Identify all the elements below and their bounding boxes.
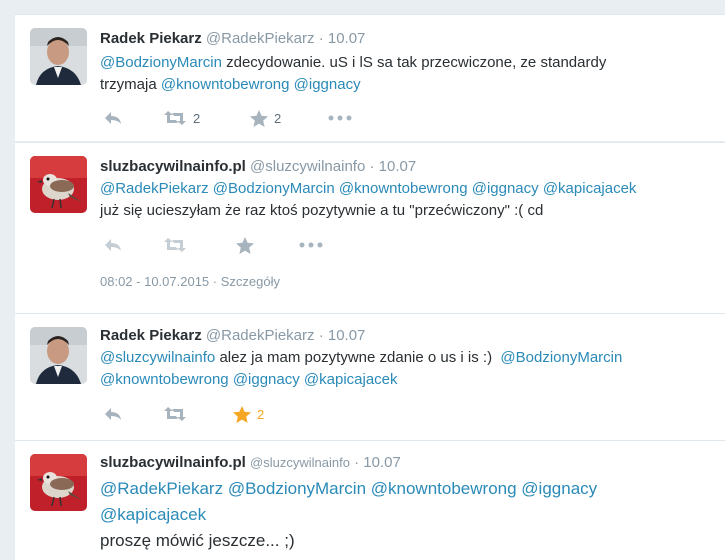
tweet-text: @RadekPiekarz @BodzionyMarcin @knowntobe… (100, 178, 715, 222)
tweet-text-line: @RadekPiekarz @BodzionyMarcin @knowntobe… (100, 178, 715, 200)
separator-dot: · (318, 30, 324, 47)
separator-dot: · (369, 158, 375, 175)
avatar[interactable] (30, 327, 87, 384)
tweet-date[interactable]: 10.07 (363, 454, 401, 471)
mention-link[interactable]: @BodzionyMarcin (100, 54, 222, 71)
reply-icon (105, 408, 121, 420)
mention-link[interactable]: @iggnacy (294, 76, 361, 93)
retweet-icon (164, 238, 186, 252)
separator-dot: · (212, 274, 221, 289)
more-button[interactable] (328, 115, 352, 121)
tweet-date[interactable]: 10.07 (379, 158, 417, 175)
mention-link[interactable]: @RadekPiekarz (100, 479, 223, 498)
tweet-text-line: już się ucieszyłam że raz ktoś pozytywni… (100, 200, 715, 222)
retweet-button[interactable] (163, 406, 233, 422)
details-link[interactable]: Szczegóły (221, 274, 280, 289)
avatar[interactable] (30, 28, 87, 85)
favorite-button[interactable]: 2 (250, 109, 328, 127)
favorite-button[interactable] (236, 236, 299, 254)
mention-link[interactable]: @BodzionyMarcin (213, 180, 335, 197)
tweet-text-segment: już się ucieszyłam że raz ktoś pozytywni… (100, 202, 544, 219)
mention-link[interactable]: @knowntobewrong (161, 76, 290, 93)
tweet-text: @BodzionyMarcin zdecydowanie. uS i lS sa… (100, 52, 715, 96)
tweet-timestamp[interactable]: 08:02 - 10.07.2015 (100, 274, 209, 289)
tweet[interactable]: sluzbacywilnainfo.pl @sluzcywilnainfo · … (15, 440, 725, 560)
tweet[interactable]: sluzbacywilnainfo.pl @sluzcywilnainfo · … (15, 142, 725, 313)
tweet-text-line: @sluzcywilnainfo alez ja mam pozytywne z… (100, 347, 715, 369)
tweet-text-line: @kapicajacek (100, 502, 715, 528)
tweet[interactable]: Radek Piekarz @RadekPiekarz · 10.07 @Bod… (15, 14, 725, 141)
tweet-date[interactable]: 10.07 (328, 327, 366, 344)
mention-link[interactable]: @knowntobewrong (371, 479, 517, 498)
reply-button[interactable] (103, 110, 163, 126)
tweet-text-segment: zdecydowanie. uS i lS sa tak przecwiczon… (221, 54, 607, 71)
star-icon (250, 109, 268, 127)
mention-link[interactable]: @iggnacy (521, 479, 597, 498)
tweet-text-segment: proszę mówić jeszcze... ;) (100, 531, 295, 550)
tweet[interactable]: Radek Piekarz @RadekPiekarz · 10.07 @slu… (15, 313, 725, 440)
reply-icon (105, 112, 121, 124)
reply-button[interactable] (103, 406, 163, 422)
more-button[interactable] (299, 242, 323, 248)
more-icon (328, 115, 352, 121)
user-name[interactable]: Radek Piekarz (100, 327, 202, 344)
tweet-text: @RadekPiekarz @BodzionyMarcin @knowntobe… (100, 476, 715, 554)
retweet-icon (164, 111, 186, 125)
tweet-text-line: @BodzionyMarcin zdecydowanie. uS i lS sa… (100, 52, 715, 74)
tweet-meta: 08:02 - 10.07.2015 · Szczegóły (100, 274, 280, 289)
user-handle[interactable]: @RadekPiekarz (206, 30, 315, 47)
user-handle[interactable]: @sluzcywilnainfo (250, 158, 365, 175)
separator-dot: · (318, 327, 324, 344)
mention-link[interactable]: @BodzionyMarcin (228, 479, 366, 498)
mention-link[interactable]: @sluzcywilnainfo (100, 349, 215, 366)
tweet-header: Radek Piekarz @RadekPiekarz · 10.07 (100, 327, 715, 344)
avatar[interactable] (30, 156, 87, 213)
avatar[interactable] (30, 454, 87, 511)
tweet-text-segment: trzymaja (100, 76, 161, 93)
tweet-header: sluzbacywilnainfo.pl @sluzcywilnainfo · … (100, 158, 715, 175)
tweet-text-line: proszę mówić jeszcze... ;) (100, 528, 715, 554)
user-handle[interactable]: @RadekPiekarz (206, 327, 315, 344)
user-name[interactable]: sluzbacywilnainfo.pl (100, 454, 246, 471)
retweet-button[interactable] (163, 237, 236, 253)
mention-link[interactable]: @kapicajacek (543, 180, 637, 197)
more-icon (299, 242, 323, 248)
mention-link[interactable]: @knowntobewrong (100, 371, 229, 388)
mention-link[interactable]: @kapicajacek (100, 505, 206, 524)
tweet-text: @sluzcywilnainfo alez ja mam pozytywne z… (100, 347, 715, 391)
tweet-text-segment: alez ja mam pozytywne zdanie o us i is :… (215, 349, 501, 366)
tweet-date[interactable]: 10.07 (328, 30, 366, 47)
retweet-button[interactable]: 2 (163, 110, 250, 126)
tweet-text-line: @knowntobewrong @iggnacy @kapicajacek (100, 369, 715, 391)
mention-link[interactable]: @iggnacy (233, 371, 300, 388)
favorite-button[interactable]: 2 (233, 405, 265, 423)
mention-link[interactable]: @kapicajacek (304, 371, 398, 388)
tweet-header: sluzbacywilnainfo.pl @sluzcywilnainfo · … (100, 454, 715, 471)
retweet-icon (164, 407, 186, 421)
favorite-count: 2 (274, 110, 282, 126)
mention-link[interactable]: @iggnacy (472, 180, 539, 197)
mention-link[interactable]: @RadekPiekarz (100, 180, 209, 197)
star-icon (236, 236, 254, 254)
tweet-text-line: trzymaja @knowntobewrong @iggnacy (100, 74, 715, 96)
mention-link[interactable]: @knowntobewrong (339, 180, 468, 197)
star-icon (233, 405, 251, 423)
user-handle[interactable]: @sluzcywilnainfo (250, 455, 350, 470)
reply-icon (105, 239, 121, 251)
retweet-count: 2 (193, 110, 201, 126)
separator-dot: · (354, 454, 360, 471)
tweet-header: Radek Piekarz @RadekPiekarz · 10.07 (100, 30, 715, 47)
tweet-text-line: @RadekPiekarz @BodzionyMarcin @knowntobe… (100, 476, 715, 502)
favorite-count: 2 (257, 406, 265, 422)
mention-link[interactable]: @BodzionyMarcin (500, 349, 622, 366)
conversation-timeline: Radek Piekarz @RadekPiekarz · 10.07 @Bod… (15, 0, 725, 560)
reply-button[interactable] (103, 237, 163, 253)
user-name[interactable]: sluzbacywilnainfo.pl (100, 158, 246, 175)
user-name[interactable]: Radek Piekarz (100, 30, 202, 47)
